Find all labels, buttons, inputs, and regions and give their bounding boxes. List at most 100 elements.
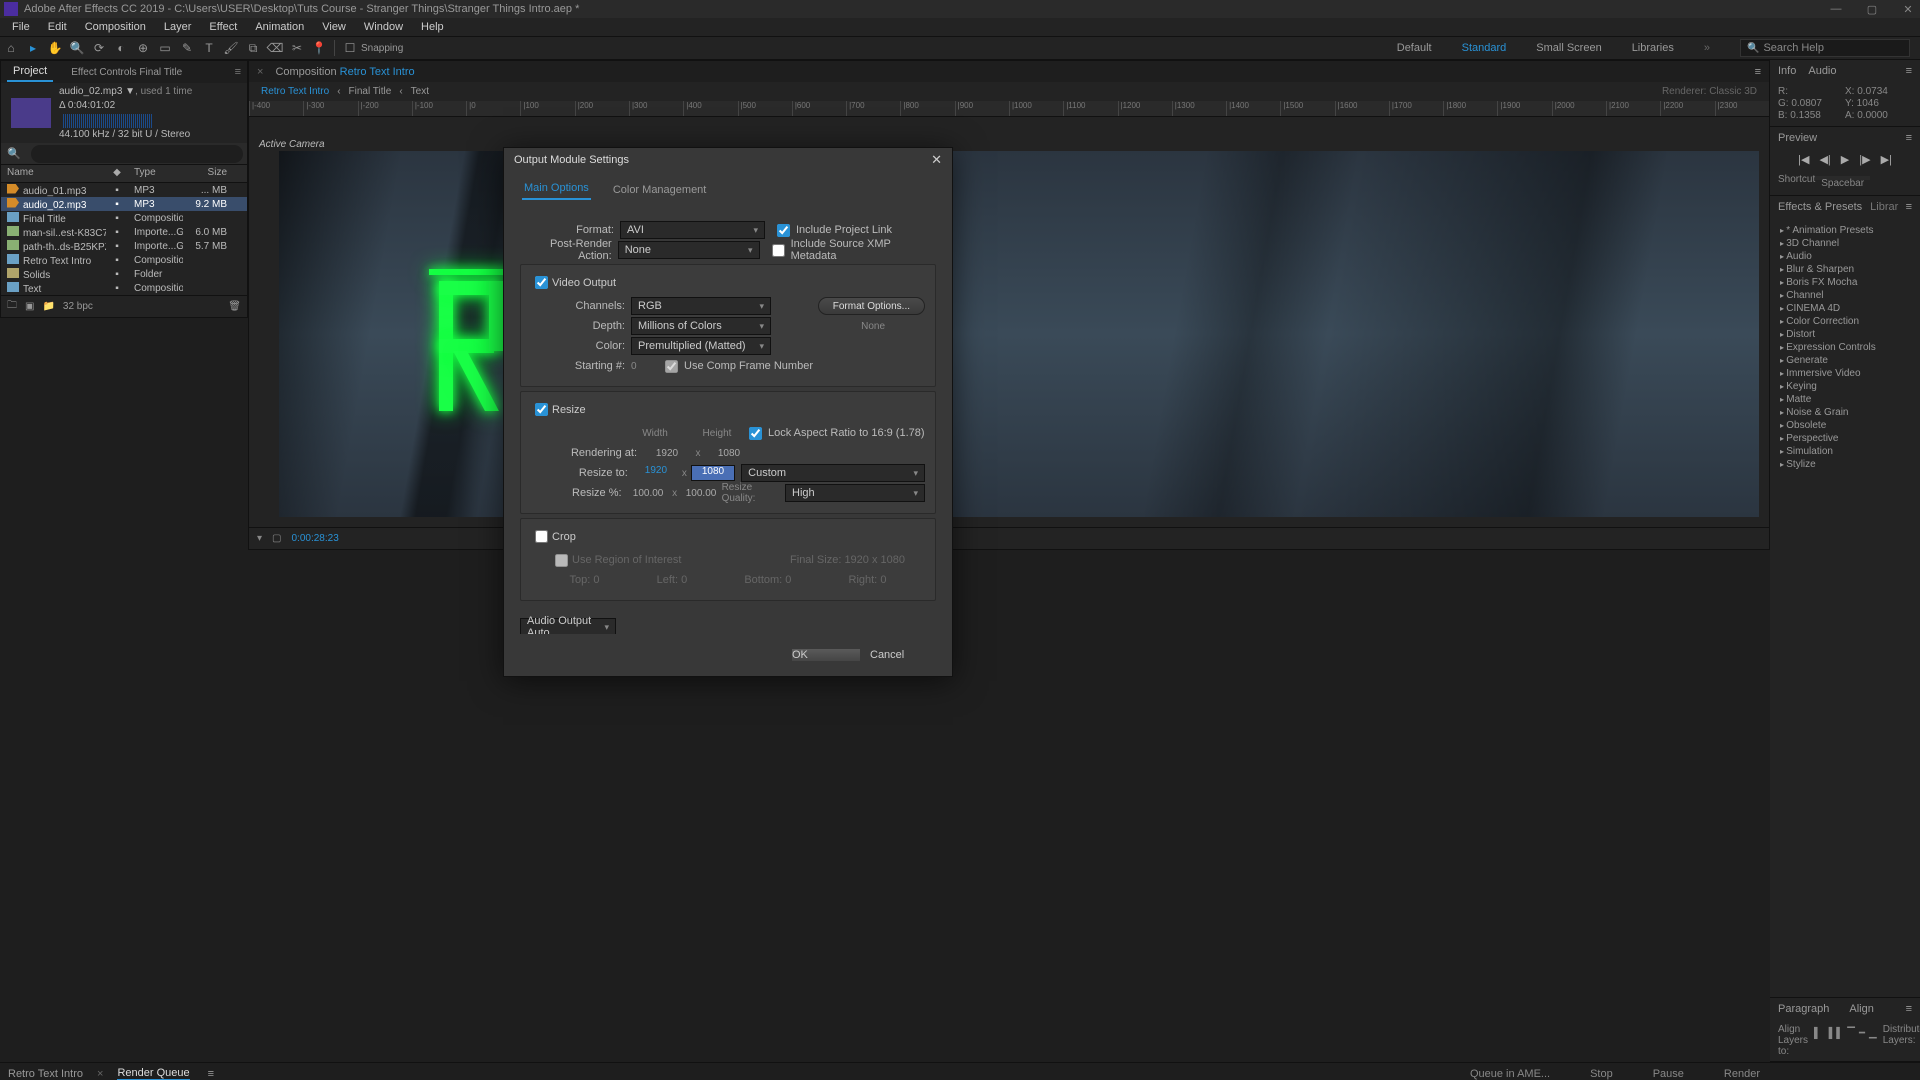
project-row[interactable]: audio_02.mp3▪MP39.2 MB <box>1 197 247 211</box>
puppet-tool-icon[interactable]: 📍 <box>308 37 330 59</box>
menu-effect[interactable]: Effect <box>200 21 246 33</box>
home-icon[interactable]: ⌂ <box>0 37 22 59</box>
fx-category[interactable]: Color Correction <box>1778 315 1878 328</box>
audio-output-dropdown[interactable]: Audio Output Auto <box>520 618 616 634</box>
hand-tool-icon[interactable]: ✋ <box>44 37 66 59</box>
roto-tool-icon[interactable]: ✂ <box>286 37 308 59</box>
search-help-input[interactable]: Search Help <box>1740 39 1910 57</box>
fx-category[interactable]: Blur & Sharpen <box>1778 263 1878 276</box>
rect-tool-icon[interactable]: ▭ <box>154 37 176 59</box>
resize-checkbox[interactable] <box>535 403 548 416</box>
lock-aspect-checkbox[interactable] <box>749 427 762 440</box>
fx-category[interactable]: Immersive Video <box>1778 367 1878 380</box>
delete-icon[interactable]: 🗑 <box>228 301 241 312</box>
menu-view[interactable]: View <box>313 21 355 33</box>
tab-render-queue[interactable]: Render Queue <box>117 1067 189 1080</box>
include-project-link-checkbox[interactable] <box>777 224 790 237</box>
project-row[interactable]: man-sil..est-K83C75N.jpg▪Importe...G6.0 … <box>1 225 247 239</box>
zoom-tool-icon[interactable]: 🔍 <box>66 37 88 59</box>
channels-dropdown[interactable]: RGB <box>631 297 771 315</box>
menu-composition[interactable]: Composition <box>76 21 155 33</box>
queue-in-ame-button[interactable]: Queue in AME... <box>1470 1068 1550 1080</box>
project-search-input[interactable] <box>31 145 243 163</box>
eraser-tool-icon[interactable]: ⌫ <box>264 37 286 59</box>
tab-project[interactable]: Project <box>7 62 53 82</box>
type-tool-icon[interactable]: T <box>198 37 220 59</box>
shortcut-value[interactable]: Spacebar <box>1815 176 1870 180</box>
menu-window[interactable]: Window <box>355 21 412 33</box>
render-button[interactable]: Render <box>1724 1068 1760 1080</box>
composition-canvas[interactable] <box>279 151 1759 517</box>
fx-category[interactable]: Audio <box>1778 250 1878 263</box>
project-row[interactable]: Final Title▪Composition <box>1 211 247 225</box>
pause-button[interactable]: Pause <box>1653 1068 1684 1080</box>
col-size[interactable]: Size <box>183 165 233 182</box>
fx-category[interactable]: Boris FX Mocha <box>1778 276 1878 289</box>
cancel-button[interactable]: Cancel <box>870 649 938 661</box>
menu-animation[interactable]: Animation <box>246 21 313 33</box>
fx-category[interactable]: Distort <box>1778 328 1878 341</box>
minimize-button[interactable]: — <box>1828 3 1844 16</box>
fx-category[interactable]: Channel <box>1778 289 1878 302</box>
include-xmp-checkbox[interactable] <box>772 244 785 257</box>
tab-close-icon[interactable]: × <box>97 1068 103 1080</box>
tab-paragraph[interactable]: Paragraph <box>1778 1003 1829 1015</box>
interpret-footage-icon[interactable]: 🗀 <box>7 298 17 315</box>
search-icon[interactable]: 🔍 <box>1 147 27 160</box>
play-icon[interactable]: ▶ <box>1841 153 1849 166</box>
fx-category[interactable]: Obsolete <box>1778 419 1878 432</box>
post-render-dropdown[interactable]: None <box>618 241 760 259</box>
fx-category[interactable]: 3D Channel <box>1778 237 1878 250</box>
crop-checkbox[interactable] <box>535 530 548 543</box>
workspace-small-screen[interactable]: Small Screen <box>1536 42 1601 54</box>
selection-tool-icon[interactable]: ▸ <box>22 37 44 59</box>
color-dropdown[interactable]: Premultiplied (Matted) <box>631 337 771 355</box>
workspace-standard[interactable]: Standard <box>1462 42 1507 54</box>
fx-category[interactable]: Expression Controls <box>1778 341 1878 354</box>
composition-viewer[interactable]: Active Camera <box>249 117 1769 527</box>
brush-tool-icon[interactable]: 🖌 <box>220 37 242 59</box>
fx-category[interactable]: Generate <box>1778 354 1878 367</box>
resize-preset-dropdown[interactable]: Custom <box>741 464 925 482</box>
fx-category[interactable]: Stylize <box>1778 458 1878 471</box>
menu-help[interactable]: Help <box>412 21 453 33</box>
first-frame-icon[interactable]: |◀ <box>1798 153 1809 166</box>
format-dropdown[interactable]: AVI <box>620 221 765 239</box>
tab-color-management[interactable]: Color Management <box>611 180 709 200</box>
new-comp-icon[interactable]: ▣ <box>25 301 34 312</box>
crumb-2[interactable]: Final Title <box>349 86 392 97</box>
fx-category[interactable]: CINEMA 4D <box>1778 302 1878 315</box>
panel-menu-icon[interactable]: ≡ <box>1906 201 1912 213</box>
project-row[interactable]: audio_01.mp3▪MP3... MB <box>1 183 247 197</box>
close-button[interactable]: ✕ <box>1900 3 1916 16</box>
resolution-dropdown[interactable]: ▢ <box>272 533 281 544</box>
prev-frame-icon[interactable]: ◀| <box>1819 153 1830 166</box>
tab-info[interactable]: Info <box>1778 65 1796 77</box>
menu-file[interactable]: File <box>3 21 39 33</box>
panel-menu-icon[interactable]: ≡ <box>1755 66 1761 78</box>
col-type[interactable]: Type <box>128 165 183 182</box>
resize-width-input[interactable]: 1920 <box>634 465 678 481</box>
resize-quality-dropdown[interactable]: High <box>785 484 925 502</box>
orbit-tool-icon[interactable]: ⟳ <box>88 37 110 59</box>
next-frame-icon[interactable]: |▶ <box>1859 153 1870 166</box>
format-options-button[interactable]: Format Options... <box>818 297 925 315</box>
tab-align[interactable]: Align <box>1849 1003 1873 1015</box>
project-row[interactable]: Solids▪Folder <box>1 267 247 281</box>
rotate-tool-icon[interactable]: ◐ <box>110 37 132 59</box>
tab-audio[interactable]: Audio <box>1808 65 1836 77</box>
panel-menu-icon[interactable]: ≡ <box>208 1068 214 1080</box>
zoom-dropdown[interactable]: ▾ <box>257 533 262 544</box>
project-row[interactable]: Text▪Composition <box>1 281 247 295</box>
snap-icon[interactable]: ☐ <box>339 37 361 59</box>
video-output-checkbox[interactable] <box>535 276 548 289</box>
fx-category[interactable]: Keying <box>1778 380 1878 393</box>
project-row[interactable]: Retro Text Intro▪Composition <box>1 253 247 267</box>
ok-button[interactable]: OK <box>792 649 860 661</box>
clone-tool-icon[interactable]: ⧉ <box>242 37 264 59</box>
panel-menu-icon[interactable]: ≡ <box>1906 65 1912 77</box>
tab-effects-presets[interactable]: Effects & Presets <box>1778 201 1862 213</box>
menu-layer[interactable]: Layer <box>155 21 201 33</box>
maximize-button[interactable]: ▢ <box>1864 3 1880 16</box>
fx-category[interactable]: Noise & Grain <box>1778 406 1878 419</box>
